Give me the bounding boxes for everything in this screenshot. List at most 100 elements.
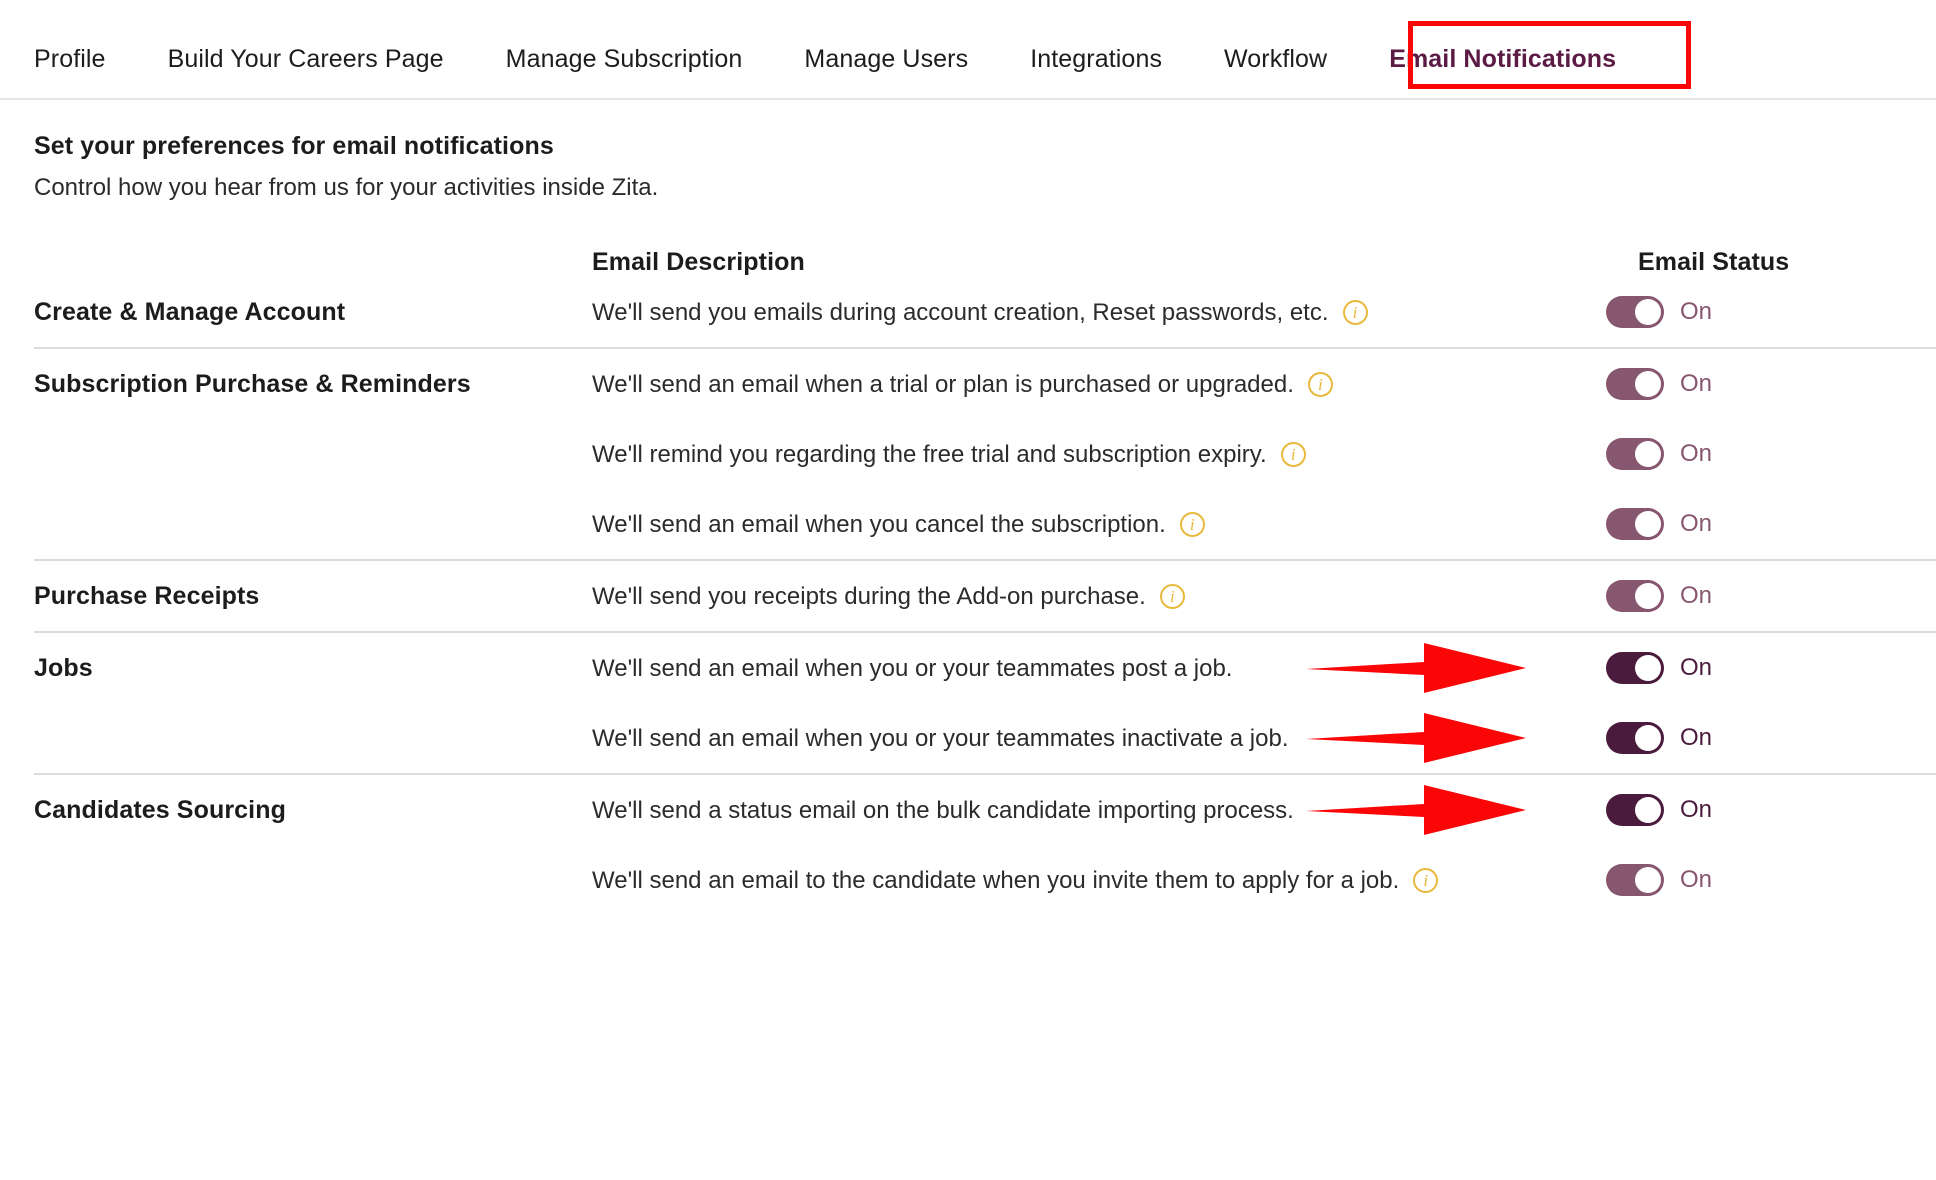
category-cell: Purchase Receipts [34,582,592,611]
tab-profile[interactable]: Profile [34,47,106,98]
description-cell: We'll send an email to the candidate whe… [592,865,1536,896]
email-status-toggle[interactable] [1606,368,1664,401]
info-icon[interactable]: i [1307,371,1333,397]
email-status-toggle[interactable] [1606,438,1664,471]
toggle-knob [1635,797,1661,824]
notification-section: Create & Manage Account We'll send you em… [0,277,1936,347]
email-status-cell: On [1536,296,1936,329]
info-icon[interactable]: i [1179,511,1205,537]
tab-workflow[interactable]: Workflow [1224,47,1327,98]
column-header-description: Email Description [592,248,805,277]
description-text: We'll send an email when you or your tea… [592,654,1233,682]
table-row: We'll send an email to the candidate whe… [0,845,1936,915]
category-label: Subscription Purchase & Reminders [34,369,471,398]
description-text: We'll send you receipts during the Add-o… [592,582,1146,610]
description-cell: We'll send an email when you cancel the … [592,509,1536,540]
email-status-toggle[interactable] [1606,864,1664,897]
description-text: We'll send an email when you or your tea… [592,724,1289,752]
category-cell: Candidates Sourcing [34,796,592,825]
toggle-knob [1635,725,1661,752]
toggle-state-label: On [1680,654,1713,682]
table-row: We'll send an email when you or your tea… [0,703,1936,773]
info-icon[interactable]: i [1413,867,1439,893]
description-text: We'll send a status email on the bulk ca… [592,796,1294,824]
column-header-status: Email Status [1638,248,1790,277]
table-row: We'll remind you regarding the free tria… [0,419,1936,489]
category-cell: Jobs [34,654,592,683]
table-column-headers: Email Description Email Status [0,248,1936,277]
toggle-knob [1635,371,1661,398]
toggle-knob [1635,867,1661,894]
info-icon[interactable]: i [1280,441,1306,467]
category-label: Candidates Sourcing [34,795,286,824]
description-text: We'll send you emails during account cre… [592,298,1329,326]
toggle-knob [1635,511,1661,538]
category-cell: Subscription Purchase & Reminders [34,370,592,399]
category-label: Create & Manage Account [34,297,346,326]
toggle-state-label: On [1680,298,1713,326]
page-title: Set your preferences for email notificat… [34,132,554,160]
page-subtitle: Control how you hear from us for your ac… [34,174,659,202]
table-row: Jobs We'll send an email when you or your… [0,633,1936,703]
email-status-cell: On [1536,580,1936,613]
toggle-knob [1635,441,1661,468]
email-status-toggle[interactable] [1606,652,1664,685]
tab-build-your-careers-page[interactable]: Build Your Careers Page [168,47,444,98]
description-cell: We'll send an email when a trial or plan… [592,369,1536,400]
email-status-toggle[interactable] [1606,296,1664,329]
description-cell: We'll send an email when you or your tea… [592,723,1536,754]
email-status-cell: On [1306,643,1936,694]
table-row: We'll send an email when you cancel the … [0,489,1936,559]
description-cell: We'll remind you regarding the free tria… [592,439,1536,470]
toggle-state-label: On [1680,724,1713,752]
info-icon[interactable]: i [1342,299,1368,325]
info-icon[interactable]: i [1159,583,1185,609]
email-status-cell: On [1536,438,1936,471]
email-status-toggle[interactable] [1606,722,1664,755]
tab-integrations[interactable]: Integrations [1030,47,1162,98]
toggle-knob [1635,299,1661,326]
notification-section: Jobs We'll send an email when you or your… [0,633,1936,773]
tab-email-notifications[interactable]: Email Notifications [1389,47,1616,98]
toggle-knob [1635,655,1661,682]
toggle-state-label: On [1680,370,1713,398]
toggle-state-label: On [1680,582,1713,610]
description-cell: We'll send you receipts during the Add-o… [592,581,1536,612]
category-label: Purchase Receipts [34,581,260,610]
category-label: Jobs [34,653,93,682]
email-status-cell: On [1306,713,1936,764]
description-cell: We'll send a status email on the bulk ca… [592,795,1536,826]
description-cell: We'll send an email when you or your tea… [592,653,1536,684]
toggle-state-label: On [1680,510,1713,538]
notification-section: Subscription Purchase & Reminders We'll s… [0,349,1936,559]
toggle-knob [1635,583,1661,610]
email-status-cell: On [1536,368,1936,401]
toggle-state-label: On [1680,796,1713,824]
notification-section: Purchase Receipts We'll send you receipts… [0,561,1936,631]
toggle-state-label: On [1680,866,1713,894]
settings-tab-bar: Profile Build Your Careers Page Manage Sub… [0,0,1936,100]
description-cell: We'll send you emails during account cre… [592,297,1536,328]
category-cell: Create & Manage Account [34,298,592,327]
column-header-status-cell: Email Status [1536,248,1936,277]
email-status-toggle[interactable] [1606,580,1664,613]
table-row: Subscription Purchase & Reminders We'll s… [0,349,1936,419]
description-text: We'll send an email when you cancel the … [592,510,1166,538]
email-status-toggle[interactable] [1606,508,1664,541]
email-status-cell: On [1536,864,1936,897]
email-notifications-table: Email Description Email Status Create & … [0,248,1936,915]
notification-section: Candidates Sourcing We'll send a status e… [0,775,1936,915]
email-status-cell: On [1536,508,1936,541]
description-text: We'll send an email to the candidate whe… [592,866,1400,894]
page-heading-block: Set your preferences for email notificat… [0,100,1936,203]
table-row: Candidates Sourcing We'll send a status e… [0,775,1936,845]
tab-manage-users[interactable]: Manage Users [804,47,968,98]
tab-manage-subscription[interactable]: Manage Subscription [506,47,743,98]
table-row: Purchase Receipts We'll send you receipts… [0,561,1936,631]
email-status-cell: On [1306,785,1936,836]
description-text: We'll remind you regarding the free tria… [592,440,1267,468]
toggle-state-label: On [1680,440,1713,468]
description-text: We'll send an email when a trial or plan… [592,370,1294,398]
email-status-toggle[interactable] [1606,794,1664,827]
table-row: Create & Manage Account We'll send you em… [0,277,1936,347]
